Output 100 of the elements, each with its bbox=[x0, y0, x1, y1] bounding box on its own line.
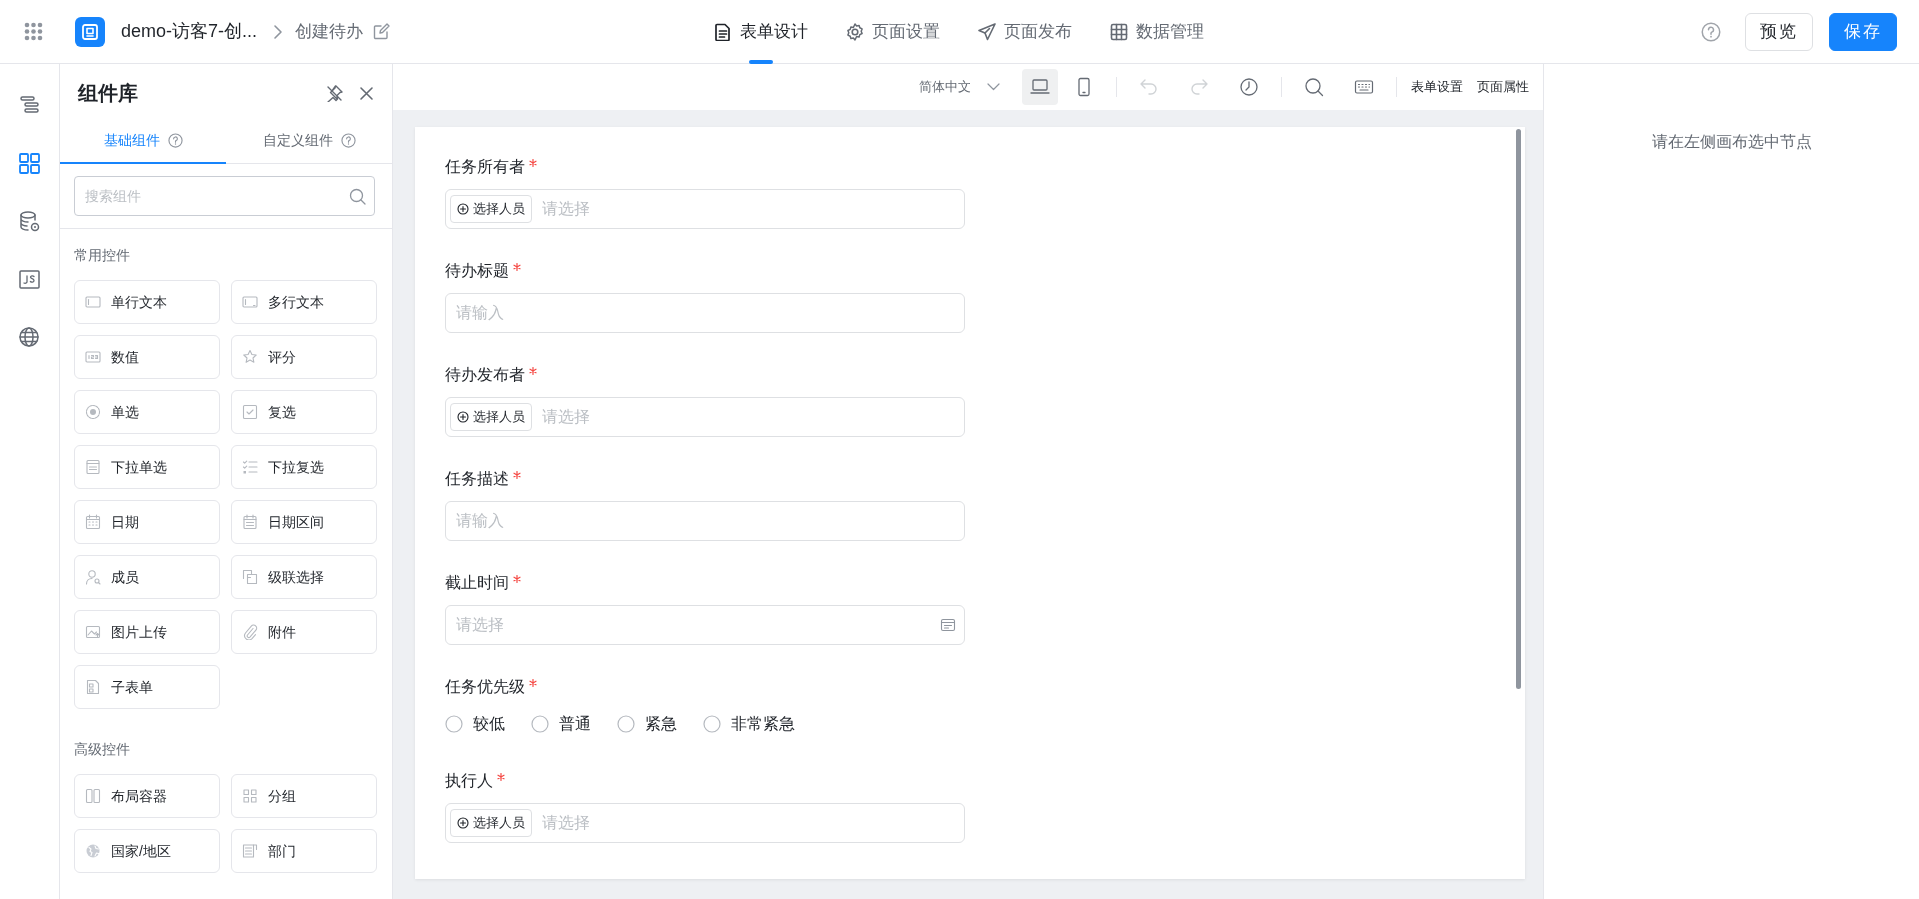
component-item[interactable]: 评分 bbox=[231, 335, 377, 379]
component-item[interactable]: 数值 bbox=[74, 335, 220, 379]
field-label: 待办标题 bbox=[445, 261, 509, 281]
date-field[interactable]: 请选择 bbox=[445, 605, 965, 645]
component-item[interactable]: 成员 bbox=[74, 555, 220, 599]
help-icon bbox=[340, 133, 356, 148]
calendar-range-icon bbox=[242, 514, 258, 530]
component-item[interactable]: 日期区间 bbox=[231, 500, 377, 544]
nav-tab[interactable]: 数据管理 bbox=[1110, 0, 1204, 64]
member-field[interactable]: 选择人员 请选择 bbox=[445, 397, 965, 437]
date-input[interactable]: 请选择 bbox=[454, 612, 932, 638]
component-item[interactable]: 单选 bbox=[74, 390, 220, 434]
chevron-down-icon bbox=[987, 83, 1000, 91]
select-member-button[interactable]: 选择人员 bbox=[450, 195, 532, 223]
redo-icon bbox=[1189, 77, 1209, 97]
gear-icon bbox=[846, 22, 864, 41]
field-label: 执行人 bbox=[445, 771, 493, 791]
user-icon bbox=[85, 569, 101, 585]
nav-tab[interactable]: 页面设置 bbox=[846, 0, 940, 64]
radio-option[interactable]: 非常紧急 bbox=[703, 712, 795, 736]
paperclip-icon bbox=[242, 624, 258, 640]
plus-circle-icon bbox=[457, 817, 469, 829]
component-item[interactable]: 布局容器 bbox=[74, 774, 220, 818]
component-item[interactable]: 日期 bbox=[74, 500, 220, 544]
radio-option[interactable]: 紧急 bbox=[617, 712, 677, 736]
panel-tab[interactable]: 基础组件 bbox=[60, 118, 226, 164]
text-area-icon bbox=[242, 294, 258, 310]
table-grid-icon bbox=[1110, 22, 1128, 41]
component-item[interactable]: 部门 bbox=[231, 829, 377, 873]
radio-icon bbox=[445, 715, 463, 733]
nav-tab[interactable]: 页面发布 bbox=[978, 0, 1072, 64]
member-input[interactable]: 请选择 bbox=[540, 196, 956, 222]
help-icon[interactable] bbox=[1701, 21, 1721, 42]
component-item[interactable]: 多行文本 bbox=[231, 280, 377, 324]
component-item[interactable]: 下拉复选 bbox=[231, 445, 377, 489]
radio-icon bbox=[703, 715, 721, 733]
component-item[interactable]: 附件 bbox=[231, 610, 377, 654]
select-member-button[interactable]: 选择人员 bbox=[450, 809, 532, 837]
member-field[interactable]: 选择人员 请选择 bbox=[445, 803, 965, 843]
language-select[interactable]: 简体中文 bbox=[919, 77, 1000, 97]
search-icon bbox=[349, 187, 366, 205]
text-input[interactable]: 请输入 bbox=[454, 300, 956, 326]
dropdown-list-icon bbox=[85, 459, 101, 475]
preview-button[interactable]: 预览 bbox=[1745, 12, 1813, 51]
component-item[interactable]: 子表单 bbox=[74, 665, 220, 709]
text-field[interactable]: 请输入 bbox=[445, 293, 965, 333]
panel-tab[interactable]: 自定义组件 bbox=[226, 118, 392, 164]
subform-icon bbox=[85, 679, 101, 695]
select-member-button[interactable]: 选择人员 bbox=[450, 403, 532, 431]
app-name[interactable]: demo-访客7-创... bbox=[121, 18, 258, 45]
component-item[interactable]: 复选 bbox=[231, 390, 377, 434]
radio-icon bbox=[531, 715, 549, 733]
globe-icon bbox=[85, 843, 101, 859]
component-item[interactable]: 分组 bbox=[231, 774, 377, 818]
field-label: 任务所有者 bbox=[445, 157, 525, 177]
toolbar-link[interactable]: 页面属性 bbox=[1477, 77, 1529, 97]
component-item[interactable]: 单行文本 bbox=[74, 280, 220, 324]
pin-icon[interactable] bbox=[326, 84, 343, 102]
document-icon bbox=[81, 22, 99, 41]
component-item[interactable]: 国家/地区 bbox=[74, 829, 220, 873]
scrollbar[interactable] bbox=[1516, 129, 1521, 689]
component-item[interactable]: 图片上传 bbox=[74, 610, 220, 654]
toolbar-link[interactable]: 表单设置 bbox=[1411, 77, 1463, 97]
apps-grid-icon[interactable] bbox=[24, 22, 43, 41]
field-label: 任务描述 bbox=[445, 469, 509, 489]
field-label: 截止时间 bbox=[445, 573, 509, 593]
nav-tab[interactable]: 表单设计 bbox=[714, 0, 808, 64]
department-icon bbox=[242, 843, 258, 859]
component-item[interactable]: 下拉单选 bbox=[74, 445, 220, 489]
device-toggle[interactable] bbox=[1022, 69, 1058, 105]
save-button[interactable]: 保存 bbox=[1829, 12, 1897, 51]
search-field[interactable]: 搜索组件 bbox=[74, 176, 375, 216]
text-field-icon bbox=[85, 294, 101, 310]
member-input[interactable]: 请选择 bbox=[540, 404, 956, 430]
section-title: 常用控件 bbox=[74, 246, 131, 265]
js-file-icon bbox=[18, 267, 41, 291]
columns-icon bbox=[85, 788, 101, 804]
help-icon bbox=[167, 132, 183, 148]
edit-icon[interactable] bbox=[373, 23, 391, 40]
page-name: 创建待办 bbox=[295, 20, 364, 43]
radio-option[interactable]: 较低 bbox=[445, 712, 505, 736]
member-field[interactable]: 选择人员 请选择 bbox=[445, 189, 965, 229]
cascade-icon bbox=[242, 569, 258, 585]
empty-hint: 请在左侧画布选中节点 bbox=[1651, 132, 1812, 152]
text-input[interactable]: 请输入 bbox=[454, 508, 956, 534]
calendar-icon bbox=[85, 514, 101, 530]
chevron-right-icon bbox=[273, 23, 284, 40]
calendar-icon bbox=[940, 617, 956, 633]
group-icon bbox=[242, 788, 258, 804]
components-grid-icon bbox=[18, 151, 41, 175]
undo-icon bbox=[1139, 77, 1159, 97]
document-icon bbox=[714, 22, 732, 41]
radio-option[interactable]: 普通 bbox=[531, 712, 591, 736]
component-item[interactable]: 级联选择 bbox=[231, 555, 377, 599]
field-label: 待办发布者 bbox=[445, 365, 525, 385]
close-icon[interactable] bbox=[359, 85, 374, 101]
clock-icon bbox=[1239, 77, 1259, 97]
text-field[interactable]: 请输入 bbox=[445, 501, 965, 541]
checkbox-icon bbox=[242, 404, 258, 420]
member-input[interactable]: 请选择 bbox=[540, 810, 956, 836]
